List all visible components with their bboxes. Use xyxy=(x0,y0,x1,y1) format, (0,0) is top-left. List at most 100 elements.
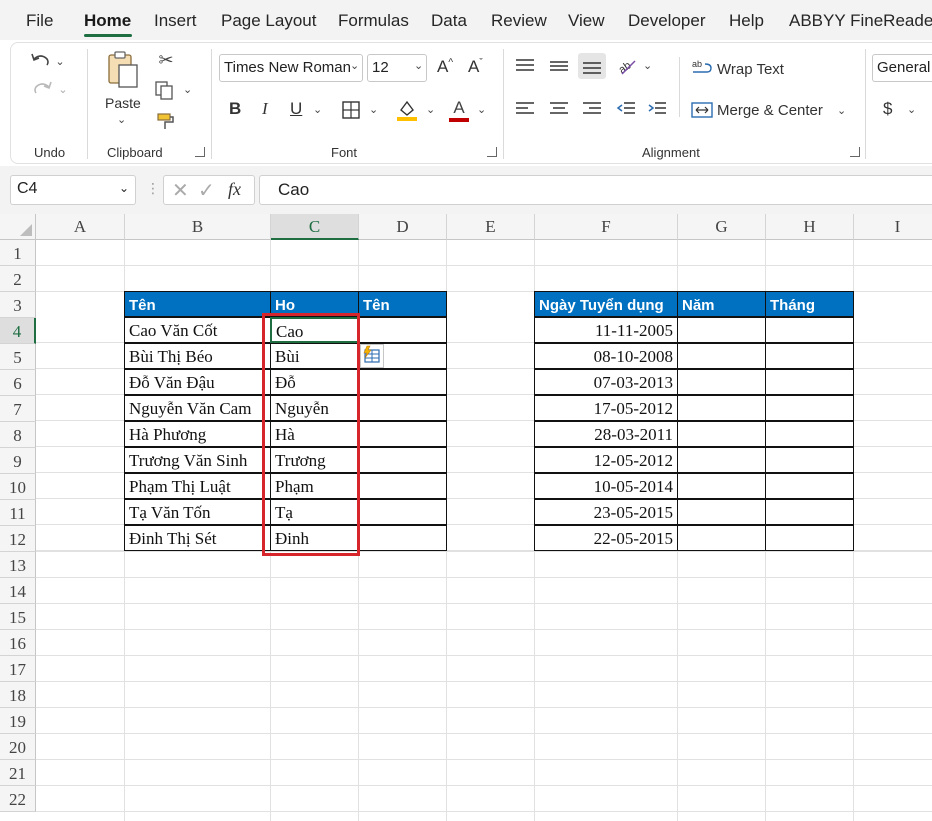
row-header-9[interactable]: 9 xyxy=(0,448,36,474)
row-header-11[interactable]: 11 xyxy=(0,500,36,526)
tab-abbyy-finereader[interactable]: ABBYY FineReader xyxy=(789,11,932,31)
row-header-6[interactable]: 6 xyxy=(0,370,36,396)
cell-b4[interactable]: Cao Văn Cốt xyxy=(124,317,271,343)
underline-button[interactable]: U xyxy=(290,99,302,119)
cell-d4[interactable] xyxy=(358,317,447,343)
font-color-chevron[interactable]: ⌄ xyxy=(477,103,486,116)
row-header-20[interactable]: 20 xyxy=(0,734,36,760)
insert-function-button[interactable]: fx xyxy=(228,179,241,200)
formula-bar-grip-icon[interactable]: ⋮ xyxy=(146,180,160,197)
column-header-g[interactable]: G xyxy=(678,214,766,240)
table1-header-ten2[interactable]: Tên xyxy=(358,291,447,317)
cell-f10[interactable]: 10-05-2014 xyxy=(534,473,678,499)
align-right-icon[interactable] xyxy=(580,99,604,119)
undo-dropdown-chevron[interactable]: ⌄ xyxy=(55,55,64,68)
cut-icon[interactable]: ✂ xyxy=(155,49,177,71)
merge-center-button[interactable]: Merge & Center xyxy=(717,102,823,119)
cell-g12[interactable] xyxy=(677,525,766,551)
cell-g4[interactable] xyxy=(677,317,766,343)
tab-view[interactable]: View xyxy=(568,11,605,31)
cell-d10[interactable] xyxy=(358,473,447,499)
cell-f11[interactable]: 23-05-2015 xyxy=(534,499,678,525)
tab-review[interactable]: Review xyxy=(491,11,547,31)
alignment-dialog-launcher-icon[interactable] xyxy=(850,147,860,157)
cell-b10[interactable]: Phạm Thị Luật xyxy=(124,473,271,499)
undo-button[interactable]: ⌄ xyxy=(29,49,65,73)
column-header-a[interactable]: A xyxy=(36,214,125,240)
cell-g6[interactable] xyxy=(677,369,766,395)
redo-dropdown-chevron[interactable]: ⌄ xyxy=(58,83,67,96)
paste-icon[interactable] xyxy=(103,49,143,89)
row-header-22[interactable]: 22 xyxy=(0,786,36,812)
cell-f8[interactable]: 28-03-2011 xyxy=(534,421,678,447)
cell-b9[interactable]: Trương Văn Sinh xyxy=(124,447,271,473)
column-header-i[interactable]: I xyxy=(854,214,932,240)
cell-b5[interactable]: Bùi Thị Béo xyxy=(124,343,271,369)
spreadsheet-grid[interactable]: A B C D E F G H I 1 2 3 4 5 6 7 8 9 10 1… xyxy=(0,214,932,821)
cell-g5[interactable] xyxy=(677,343,766,369)
tab-file[interactable]: File xyxy=(26,11,53,31)
cell-h12[interactable] xyxy=(765,525,854,551)
tab-formulas[interactable]: Formulas xyxy=(338,11,409,31)
orientation-chevron[interactable]: ⌄ xyxy=(643,59,652,72)
align-center-icon[interactable] xyxy=(547,99,571,119)
row-header-8[interactable]: 8 xyxy=(0,422,36,448)
tab-insert[interactable]: Insert xyxy=(154,11,197,31)
cell-f9[interactable]: 12-05-2012 xyxy=(534,447,678,473)
clipboard-dialog-launcher-icon[interactable] xyxy=(195,147,205,157)
shrink-font-button[interactable]: Aˇ xyxy=(468,57,483,77)
cell-d12[interactable] xyxy=(358,525,447,551)
cell-g7[interactable] xyxy=(677,395,766,421)
cell-b11[interactable]: Tạ Văn Tốn xyxy=(124,499,271,525)
align-middle-icon[interactable] xyxy=(547,56,571,76)
cell-g11[interactable] xyxy=(677,499,766,525)
row-header-2[interactable]: 2 xyxy=(0,266,36,292)
merge-center-chevron[interactable]: ⌄ xyxy=(837,104,846,117)
row-header-3[interactable]: 3 xyxy=(0,292,36,318)
cell-h9[interactable] xyxy=(765,447,854,473)
tab-help[interactable]: Help xyxy=(729,11,764,31)
cell-f6[interactable]: 07-03-2013 xyxy=(534,369,678,395)
cell-h11[interactable] xyxy=(765,499,854,525)
row-header-21[interactable]: 21 xyxy=(0,760,36,786)
format-painter-icon[interactable] xyxy=(155,111,177,133)
name-box-chevron[interactable]: ⌄ xyxy=(119,181,129,195)
decrease-indent-icon[interactable] xyxy=(614,99,638,119)
flash-fill-options-icon[interactable] xyxy=(360,344,384,368)
formula-input[interactable]: Cao xyxy=(259,175,932,205)
align-left-icon[interactable] xyxy=(513,99,537,119)
row-header-16[interactable]: 16 xyxy=(0,630,36,656)
row-header-17[interactable]: 17 xyxy=(0,656,36,682)
table2-header-ngay-tuyen-dung[interactable]: Ngày Tuyển dụng xyxy=(534,291,678,317)
borders-chevron[interactable]: ⌄ xyxy=(369,103,378,116)
cell-h5[interactable] xyxy=(765,343,854,369)
cell-g9[interactable] xyxy=(677,447,766,473)
cell-h10[interactable] xyxy=(765,473,854,499)
cell-f12[interactable]: 22-05-2015 xyxy=(534,525,678,551)
font-dialog-launcher-icon[interactable] xyxy=(487,147,497,157)
column-header-f[interactable]: F xyxy=(535,214,678,240)
cell-g8[interactable] xyxy=(677,421,766,447)
font-color-icon[interactable]: A xyxy=(447,97,471,123)
tab-home[interactable]: Home xyxy=(84,11,131,31)
row-header-4[interactable]: 4 xyxy=(0,318,36,344)
column-header-d[interactable]: D xyxy=(359,214,447,240)
cell-d7[interactable] xyxy=(358,395,447,421)
row-header-5[interactable]: 5 xyxy=(0,344,36,370)
tab-page-layout[interactable]: Page Layout xyxy=(221,11,316,31)
number-format-select[interactable]: General xyxy=(872,54,932,82)
currency-chevron[interactable]: ⌄ xyxy=(907,103,916,116)
table1-header-ten[interactable]: Tên xyxy=(124,291,271,317)
column-header-b[interactable]: B xyxy=(125,214,271,240)
currency-button[interactable]: $ xyxy=(883,99,892,119)
cell-b6[interactable]: Đỗ Văn Đậu xyxy=(124,369,271,395)
cancel-icon[interactable]: ✕ xyxy=(172,178,189,203)
cell-f5[interactable]: 08-10-2008 xyxy=(534,343,678,369)
borders-icon[interactable] xyxy=(340,99,362,121)
align-bottom-icon[interactable] xyxy=(578,53,606,79)
paste-button[interactable]: Paste xyxy=(105,95,141,111)
row-header-1[interactable]: 1 xyxy=(0,240,36,266)
row-header-7[interactable]: 7 xyxy=(0,396,36,422)
cell-b8[interactable]: Hà Phương xyxy=(124,421,271,447)
cell-d6[interactable] xyxy=(358,369,447,395)
